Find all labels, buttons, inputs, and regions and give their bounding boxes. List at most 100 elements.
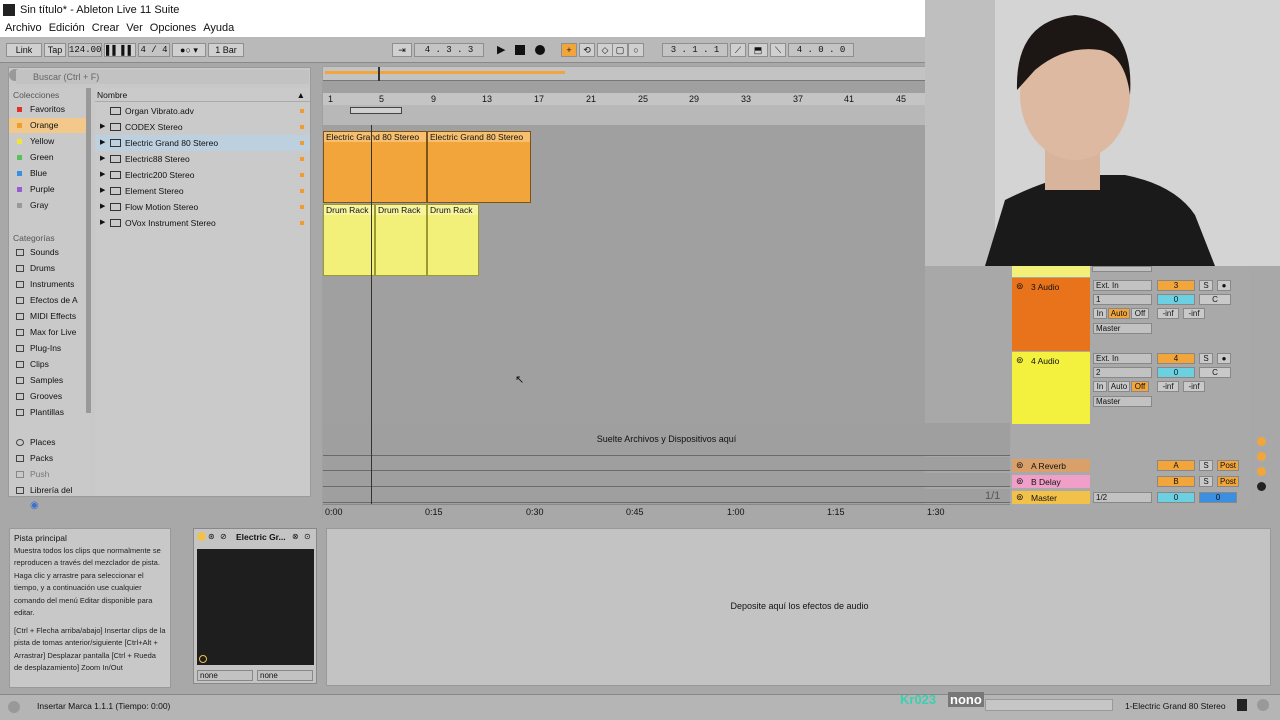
- stop-icon[interactable]: [515, 45, 525, 55]
- tempo-field[interactable]: 124.00: [68, 43, 102, 57]
- plugin-edit-icon[interactable]: [199, 655, 207, 663]
- midi-clip[interactable]: Electric Grand 80 Stereo: [323, 131, 427, 203]
- loop-brace[interactable]: [350, 107, 402, 114]
- post-send-button[interactable]: Post: [1217, 460, 1239, 471]
- fold-arrow-icon[interactable]: ⊚: [1016, 281, 1024, 292]
- arrangement-overview[interactable]: [323, 67, 925, 81]
- expand-arrow-icon[interactable]: ▶: [100, 151, 105, 167]
- solo-button[interactable]: S: [1199, 476, 1213, 487]
- expand-arrow-icon[interactable]: ▶: [100, 183, 105, 199]
- track-header-4-audio[interactable]: ⊚ 4 Audio: [1012, 352, 1090, 424]
- drop-zone[interactable]: Suelte Archivos y Dispositivos aquí: [323, 423, 1010, 456]
- output-select[interactable]: Master: [1093, 323, 1152, 334]
- category-audio-effects[interactable]: Efectos de A: [9, 293, 89, 308]
- capture-icon[interactable]: ▢: [612, 43, 628, 57]
- nudge-icon[interactable]: ▌▌ ▌▌: [104, 43, 136, 57]
- volume-field[interactable]: 0: [1157, 367, 1195, 378]
- menu-archivo[interactable]: Archivo: [5, 22, 42, 34]
- drum-clip[interactable]: Drum Rack: [427, 204, 479, 276]
- list-item[interactable]: Organ Vibrato.adv: [95, 103, 310, 119]
- menu-opciones[interactable]: Opciones: [150, 22, 196, 34]
- list-item[interactable]: ▶ CODEX Stereo: [95, 119, 310, 135]
- arm-record-icon[interactable]: ●: [1217, 353, 1231, 364]
- return-lane-a[interactable]: [323, 457, 1010, 471]
- category-max-for-live[interactable]: Max for Live: [9, 325, 89, 340]
- beat-ruler[interactable]: 1 5 9 13 17 21 25 29 33 37 41 45: [323, 93, 925, 105]
- collection-gray[interactable]: Gray: [9, 198, 89, 213]
- collection-green[interactable]: Green: [9, 150, 89, 165]
- fold-arrow-icon[interactable]: ⊚: [1016, 492, 1024, 503]
- collection-blue[interactable]: Blue: [9, 166, 89, 181]
- place-push[interactable]: Push: [9, 467, 89, 482]
- midi-clip[interactable]: Electric Grand 80 Stereo: [427, 131, 531, 203]
- device-edit-icon[interactable]: ⊘: [220, 532, 227, 541]
- solo-button[interactable]: S: [1199, 353, 1213, 364]
- expand-arrow-icon[interactable]: ▶: [100, 215, 105, 231]
- category-plantillas[interactable]: Plantillas: [9, 405, 89, 420]
- monitor-in-button[interactable]: In: [1093, 381, 1107, 392]
- category-plugins[interactable]: Plug-Ins: [9, 341, 89, 356]
- audio-output-select[interactable]: none: [257, 670, 313, 681]
- menu-ayuda[interactable]: Ayuda: [203, 22, 234, 34]
- list-item[interactable]: ▶ Electric88 Stereo: [95, 151, 310, 167]
- automation-arm-icon[interactable]: ⟲: [579, 43, 595, 57]
- return-track-b-delay[interactable]: ⊚ B Delay: [1012, 475, 1090, 488]
- collection-orange[interactable]: Orange: [9, 118, 89, 133]
- link-button[interactable]: Link: [6, 43, 42, 57]
- list-item[interactable]: ▶ OVox Instrument Stereo: [95, 215, 310, 231]
- quantization-select[interactable]: 1 Bar: [208, 43, 244, 57]
- fold-arrow-icon[interactable]: ⊚: [1016, 355, 1024, 366]
- menu-edicion[interactable]: Edición: [49, 22, 85, 34]
- monitor-auto-button[interactable]: Auto: [1108, 381, 1130, 392]
- detail-view-toggle-icon[interactable]: [1257, 699, 1269, 711]
- input-type-select[interactable]: Ext. In: [1093, 353, 1152, 364]
- expand-arrow-icon[interactable]: ▶: [100, 119, 105, 135]
- input-type-select[interactable]: Ext. In: [1093, 280, 1152, 291]
- solo-button[interactable]: S: [1199, 460, 1213, 471]
- drum-clip[interactable]: Drum Rack: [375, 204, 427, 276]
- expand-arrow-icon[interactable]: ▶: [100, 135, 105, 151]
- loop-length-field[interactable]: 4 . 0 . 0: [788, 43, 854, 57]
- loop-toggle-icon[interactable]: ○: [628, 43, 644, 57]
- fold-arrow-icon[interactable]: ⊚: [1016, 476, 1024, 487]
- track-activator-button[interactable]: A: [1157, 460, 1195, 471]
- place-packs[interactable]: Packs: [9, 451, 89, 466]
- metronome-icon[interactable]: ●○ ▾: [172, 43, 206, 57]
- punch-icon[interactable]: ◇: [597, 43, 613, 57]
- pan-field[interactable]: C: [1199, 367, 1231, 378]
- loop-start-field[interactable]: 3 . 1 . 1: [662, 43, 728, 57]
- input-channel-select[interactable]: 1: [1093, 294, 1152, 305]
- category-samples[interactable]: Samples: [9, 373, 89, 388]
- solo-button[interactable]: S: [1199, 280, 1213, 291]
- punch-in-icon[interactable]: ⟋: [730, 43, 746, 57]
- collection-favoritos[interactable]: Favoritos: [9, 102, 89, 117]
- list-item[interactable]: ▶ Element Stereo: [95, 183, 310, 199]
- expand-arrow-icon[interactable]: ▶: [100, 167, 105, 183]
- place-places[interactable]: Places: [9, 435, 89, 450]
- list-header-nombre[interactable]: Nombre ▲: [95, 90, 310, 102]
- fold-arrow-icon[interactable]: ⊚: [1016, 460, 1024, 471]
- monitor-in-button[interactable]: In: [1093, 308, 1107, 319]
- monitor-auto-button[interactable]: Auto: [1108, 308, 1130, 319]
- monitor-off-button[interactable]: Off: [1131, 381, 1149, 392]
- device-fold-icon[interactable]: ⊛: [208, 532, 215, 541]
- menu-ver[interactable]: Ver: [126, 22, 143, 34]
- track-activator-button[interactable]: B: [1157, 476, 1195, 487]
- mixer-toggle-icons[interactable]: [1257, 437, 1267, 497]
- drum-clip[interactable]: Drum Rack: [323, 204, 375, 276]
- category-instruments[interactable]: Instruments: [9, 277, 89, 292]
- pan-field[interactable]: C: [1199, 294, 1231, 305]
- midi-input-select[interactable]: none: [197, 670, 253, 681]
- category-midi-effects[interactable]: MIDI Effects: [9, 309, 89, 324]
- master-volume-field[interactable]: 0: [1199, 492, 1237, 503]
- output-select[interactable]: Master: [1093, 396, 1152, 407]
- category-sounds[interactable]: Sounds: [9, 245, 89, 260]
- tap-button[interactable]: Tap: [44, 43, 66, 57]
- monitor-off-button[interactable]: Off: [1131, 308, 1149, 319]
- delay-toggle-icon[interactable]: [1257, 482, 1266, 491]
- menu-crear[interactable]: Crear: [92, 22, 120, 34]
- return-track-a-reverb[interactable]: ⊚ A Reverb: [1012, 459, 1090, 472]
- overdub-icon[interactable]: +: [561, 43, 577, 57]
- track-header-3-audio[interactable]: ⊚ 3 Audio: [1012, 278, 1090, 351]
- loop-brace-bar[interactable]: [323, 105, 925, 125]
